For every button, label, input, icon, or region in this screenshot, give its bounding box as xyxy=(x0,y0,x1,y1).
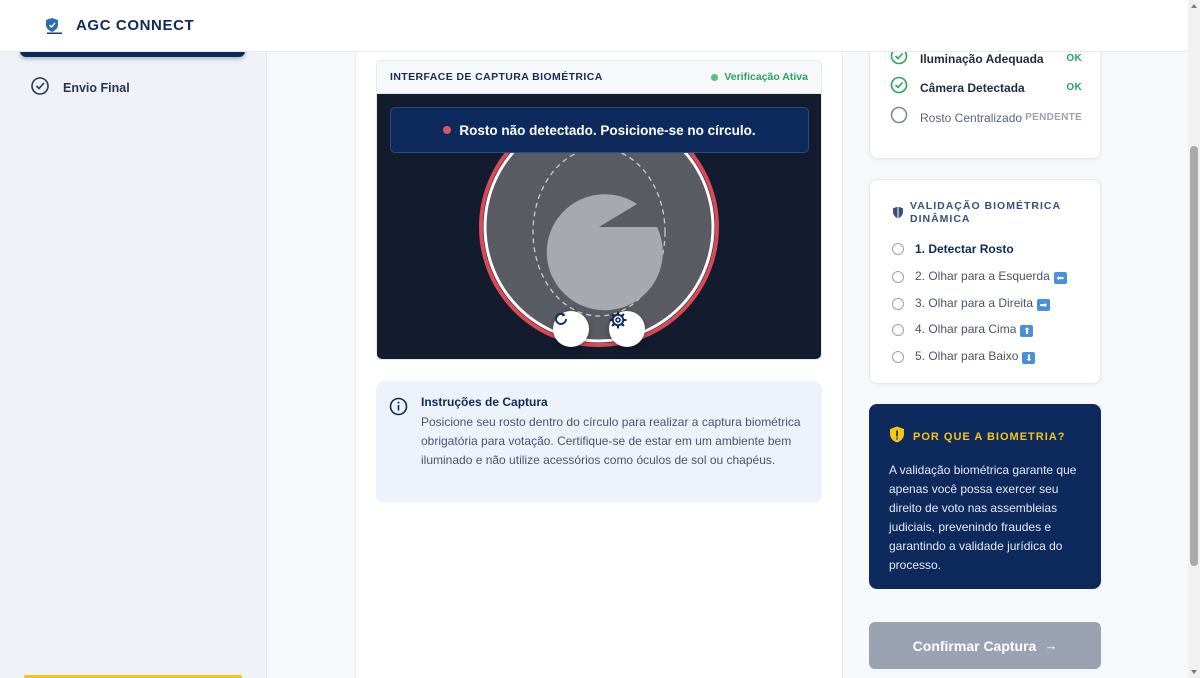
capture-title: INTERFACE DE CAPTURA BIOMÉTRICA xyxy=(390,71,603,83)
step-radio xyxy=(892,350,904,363)
capture-header: INTERFACE DE CAPTURA BIOMÉTRICA Verifica… xyxy=(377,61,821,94)
check-circle-success-icon xyxy=(890,76,908,99)
status-label: Verificação Ativa xyxy=(724,71,808,83)
validation-step-down[interactable]: 5. Olhar para Baixo ⬇ xyxy=(892,349,1036,364)
shield-warning-icon xyxy=(889,426,905,448)
why-biometrics-text: A validação biométrica garante que apena… xyxy=(889,463,1077,572)
face-not-detected-alert: Rosto não detectado. Posicione-se no cír… xyxy=(390,107,809,153)
why-biometrics-header: POR QUE A BIOMETRIA? xyxy=(889,426,1081,448)
dynamic-validation-card: VALIDAÇÃO BIOMÉTRICA DINÂMICA 1. Detecta… xyxy=(869,179,1101,384)
step-label: 2. Olhar para a Esquerda xyxy=(915,269,1050,283)
step-label: 3. Olhar para a Direita xyxy=(915,296,1034,310)
brand-name[interactable]: AGC CONNECT xyxy=(76,17,194,34)
sidebar: Envio Final xyxy=(0,44,267,678)
validation-step-detect[interactable]: 1. Detectar Rosto xyxy=(892,242,1014,256)
status-dot-icon xyxy=(711,73,719,81)
settings-button[interactable] xyxy=(609,311,645,347)
verification-status: Verificação Ativa xyxy=(711,71,808,83)
scroll-down-arrow-icon[interactable] xyxy=(1191,670,1197,674)
shield-icon xyxy=(892,206,904,226)
arrow-right-icon: ➡ xyxy=(1037,299,1051,311)
page-scrollbar[interactable] xyxy=(1188,0,1200,678)
why-biometrics-card: POR QUE A BIOMETRIA? A validação biométr… xyxy=(869,404,1101,589)
scroll-thumb[interactable] xyxy=(1190,146,1198,566)
step-label: 1. Detectar Rosto xyxy=(915,242,1014,256)
check-row-face-centered: Rosto Centralizado PENDENTE xyxy=(890,106,1082,129)
check-label: Câmera Detectada xyxy=(920,80,1025,95)
validation-step-left[interactable]: 2. Olhar para a Esquerda ⬅ xyxy=(892,269,1067,284)
empty-circle-icon xyxy=(890,106,908,129)
dynamic-validation-title: VALIDAÇÃO BIOMÉTRICA DINÂMICA xyxy=(910,200,1061,225)
refresh-button[interactable] xyxy=(553,311,589,347)
check-label: Rosto Centralizado xyxy=(920,110,1023,125)
arrow-left-icon: ⬅ xyxy=(1053,272,1067,284)
step-label: 5. Olhar para Baixo xyxy=(915,349,1019,363)
validation-step-right[interactable]: 3. Olhar para a Direita ➡ xyxy=(892,296,1051,311)
confirm-capture-label: Confirmar Captura xyxy=(912,637,1037,654)
step-radio xyxy=(892,297,904,310)
dynamic-validation-header: VALIDAÇÃO BIOMÉTRICA DINÂMICA xyxy=(892,200,1070,226)
capture-instructions: Instruções de Captura Posicione seu rost… xyxy=(376,381,822,503)
main-content: INTERFACE DE CAPTURA BIOMÉTRICA Verifica… xyxy=(355,52,843,678)
check-status: OK xyxy=(1066,53,1082,64)
shield-logo-icon xyxy=(44,17,64,35)
check-row-camera: Câmera Detectada OK xyxy=(890,76,1082,99)
instructions-text: Posicione seu rosto dentro do círculo pa… xyxy=(421,415,801,467)
camera-preview[interactable]: Rosto não detectado. Posicione-se no cír… xyxy=(377,94,821,359)
scroll-up-arrow-icon[interactable] xyxy=(1191,4,1197,8)
alert-dot-icon xyxy=(443,126,452,134)
sidebar-item-envio-final[interactable]: Envio Final xyxy=(30,76,130,99)
top-header: AGC CONNECT xyxy=(0,0,1188,52)
step-radio xyxy=(892,270,904,283)
check-label: Iluminação Adequada xyxy=(920,51,1044,66)
check-circle-icon xyxy=(30,76,50,99)
info-icon xyxy=(389,397,408,421)
step-radio xyxy=(892,323,904,336)
arrow-up-icon: ⬆ xyxy=(1020,325,1034,337)
confirm-capture-button[interactable]: Confirmar Captura → xyxy=(869,622,1101,669)
alert-text: Rosto não detectado. Posicione-se no cír… xyxy=(459,122,756,138)
step-label: 4. Olhar para Cima xyxy=(915,322,1017,336)
validation-step-up[interactable]: 4. Olhar para Cima ⬆ xyxy=(892,322,1034,337)
sidebar-item-label: Envio Final xyxy=(63,80,130,95)
biometric-capture-card: INTERFACE DE CAPTURA BIOMÉTRICA Verifica… xyxy=(376,60,822,360)
arrow-right-icon: → xyxy=(1044,638,1058,653)
check-status: PENDENTE xyxy=(1025,112,1082,123)
why-biometrics-title: POR QUE A BIOMETRIA? xyxy=(913,431,1066,443)
instructions-title: Instruções de Captura xyxy=(421,395,548,409)
arrow-down-icon: ⬇ xyxy=(1022,352,1036,364)
check-status: OK xyxy=(1066,82,1082,93)
step-radio xyxy=(892,243,904,255)
